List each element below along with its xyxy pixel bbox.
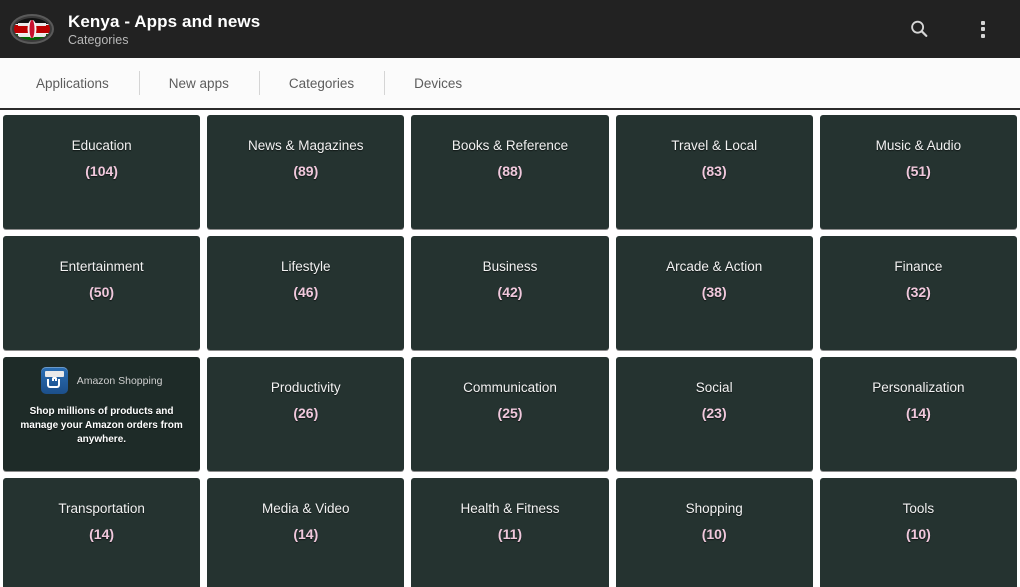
category-cell-personalization[interactable]: Personalization (14) <box>819 357 1017 471</box>
more-vertical-icon <box>981 20 985 38</box>
category-cell-productivity[interactable]: Productivity (26) <box>207 357 405 471</box>
category-cell-communication[interactable]: Communication (25) <box>411 357 609 471</box>
tab-applications[interactable]: Applications <box>6 67 139 99</box>
category-cell-business[interactable]: Business (42) <box>411 236 609 350</box>
category-cell-lifestyle[interactable]: Lifestyle (46) <box>207 236 405 350</box>
ad-title: Amazon Shopping <box>76 374 163 387</box>
category-title: Education <box>71 138 132 153</box>
search-button[interactable] <box>904 14 934 44</box>
category-count: (51) <box>905 163 931 179</box>
category-count: (88) <box>497 163 523 179</box>
category-count: (10) <box>701 526 727 542</box>
category-title: Finance <box>894 259 943 274</box>
tab-categories[interactable]: Categories <box>258 67 384 99</box>
category-title: Business <box>482 259 538 274</box>
category-cell-entertainment[interactable]: Entertainment (50) <box>3 236 201 350</box>
category-title: Arcade & Action <box>666 259 763 274</box>
category-cell-education[interactable]: Education (104) <box>3 115 201 229</box>
category-count: (104) <box>85 163 118 179</box>
category-cell-shopping[interactable]: Shopping (10) <box>615 478 813 587</box>
category-grid: Education (104) News & Magazines (89) Books … <box>0 112 1020 587</box>
category-title: Health & Fitness <box>460 501 560 516</box>
category-count: (11) <box>497 526 523 542</box>
amazon-cart-icon <box>40 367 68 394</box>
ad-body-text: Shop millions of products and manage you… <box>20 406 183 445</box>
category-cell-tools[interactable]: Tools (10) <box>819 478 1017 587</box>
category-title: Transportation <box>58 501 145 516</box>
category-count: (42) <box>497 284 523 300</box>
category-title: Tools <box>902 501 935 516</box>
page-title: Kenya - Apps and news <box>68 11 261 31</box>
category-count: (26) <box>293 405 319 421</box>
category-title: Communication <box>463 380 557 395</box>
category-cell-travel-local[interactable]: Travel & Local (83) <box>615 115 813 229</box>
category-cell-transportation[interactable]: Transportation (14) <box>3 478 201 587</box>
category-count: (25) <box>497 405 523 421</box>
page-subtitle: Categories <box>68 32 129 47</box>
category-cell-media-video[interactable]: Media & Video (14) <box>207 478 405 587</box>
tab-bar: Applications New apps Categories Devices <box>0 58 1020 110</box>
category-count: (50) <box>89 284 115 300</box>
category-title: Personalization <box>872 380 965 395</box>
category-count: (32) <box>905 284 931 300</box>
tab-devices[interactable]: Devices <box>384 67 492 99</box>
category-count: (14) <box>89 526 115 542</box>
category-title: Entertainment <box>59 259 144 274</box>
header-actions <box>904 14 1004 44</box>
category-count: (10) <box>905 526 931 542</box>
category-cell-social[interactable]: Social (23) <box>615 357 813 471</box>
tab-label: Devices <box>414 75 463 91</box>
kenya-flag-icon <box>10 14 54 44</box>
category-count: (14) <box>293 526 319 542</box>
app-header: Kenya - Apps and news Categories <box>0 0 1020 58</box>
category-title: Music & Audio <box>875 138 962 153</box>
category-cell-books-reference[interactable]: Books & Reference (88) <box>411 115 609 229</box>
category-count: (89) <box>293 163 319 179</box>
header-titles: Kenya - Apps and news Categories <box>68 11 260 48</box>
category-title: Productivity <box>270 380 341 395</box>
overflow-menu-button[interactable] <box>968 14 998 44</box>
category-title: News & Magazines <box>248 138 364 153</box>
category-count: (14) <box>905 405 931 421</box>
search-icon <box>911 20 928 37</box>
category-cell-music-audio[interactable]: Music & Audio (51) <box>819 115 1017 229</box>
tab-label: New apps <box>168 75 229 91</box>
category-cell-finance[interactable]: Finance (32) <box>819 236 1017 350</box>
tab-label: Applications <box>36 75 109 91</box>
category-title: Books & Reference <box>451 138 569 153</box>
category-title: Media & Video <box>262 501 350 516</box>
ad-cell-amazon-shopping[interactable]: Amazon Shopping Shop millions of products… <box>3 357 201 471</box>
tab-new-apps[interactable]: New apps <box>138 67 259 99</box>
app-root: Kenya - Apps and news Categories Applica… <box>0 0 1020 587</box>
tab-label: Categories <box>288 75 355 91</box>
category-cell-health-fitness[interactable]: Health & Fitness (11) <box>411 478 609 587</box>
ad-header: Amazon Shopping <box>40 367 163 394</box>
category-count: (38) <box>701 284 727 300</box>
category-cell-news-magazines[interactable]: News & Magazines (89) <box>207 115 405 229</box>
category-cell-arcade-action[interactable]: Arcade & Action (38) <box>615 236 813 350</box>
category-count: (83) <box>701 163 727 179</box>
category-count: (23) <box>701 405 727 421</box>
category-title: Lifestyle <box>281 259 331 274</box>
category-title: Shopping <box>685 501 743 516</box>
category-title: Travel & Local <box>671 138 758 153</box>
category-count: (46) <box>293 284 319 300</box>
category-title: Social <box>695 380 733 395</box>
